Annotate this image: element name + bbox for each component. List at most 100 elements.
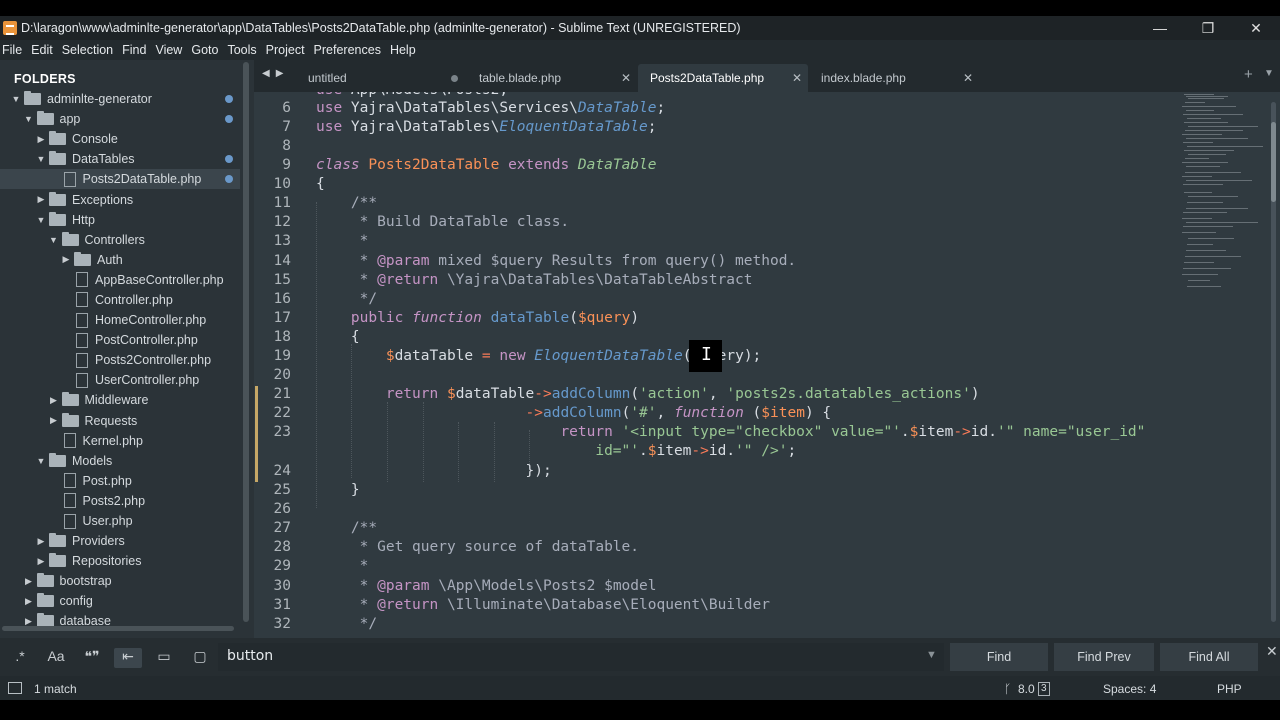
find-button[interactable]: Find: [950, 643, 1048, 671]
tree-file[interactable]: ▶UserController.php: [0, 370, 240, 390]
expanded-chevron-icon[interactable]: ▼: [35, 215, 47, 225]
tree-file[interactable]: ▶PostController.php: [0, 330, 240, 350]
status-bar: 1 match ᚴ 8.0 3 Spaces: 4 PHP: [0, 676, 1280, 700]
tree-folder[interactable]: ▶ Providers: [0, 531, 240, 551]
collapsed-chevron-icon[interactable]: ▶: [48, 395, 60, 406]
tab-table-blade[interactable]: table.blade.php ✕: [467, 64, 637, 92]
tree-folder[interactable]: ▼ Models: [0, 451, 240, 471]
tab-list-chevron-icon[interactable]: ▼: [1264, 68, 1274, 79]
collapsed-chevron-icon[interactable]: ▶: [35, 556, 47, 567]
collapsed-chevron-icon[interactable]: ▶: [23, 596, 35, 607]
tree-folder[interactable]: ▼ DataTables: [0, 149, 240, 169]
collapsed-chevron-icon[interactable]: ▶: [35, 536, 47, 547]
expanded-chevron-icon[interactable]: ▼: [35, 456, 47, 466]
whole-word-toggle-icon[interactable]: ❝❞: [78, 648, 106, 668]
new-tab-icon[interactable]: +: [1244, 66, 1253, 83]
minimap[interactable]: [1178, 92, 1266, 292]
code-line: {: [316, 329, 360, 345]
tree-folder[interactable]: ▶ Auth: [0, 250, 240, 270]
file-icon: [63, 493, 76, 509]
expanded-chevron-icon[interactable]: ▼: [23, 114, 35, 124]
tree-folder[interactable]: ▼ app: [0, 109, 240, 129]
tree-file[interactable]: ▶Posts2Controller.php: [0, 350, 240, 370]
tree-file[interactable]: ▶Kernel.php: [0, 431, 240, 451]
tree-file[interactable]: ▶User.php: [0, 511, 240, 531]
collapsed-chevron-icon[interactable]: ▶: [48, 415, 60, 426]
line-number: 23: [273, 424, 291, 440]
expanded-chevron-icon[interactable]: ▼: [35, 154, 47, 164]
wrap-toggle-icon[interactable]: ⇤: [114, 648, 142, 668]
tab-posts2datatable[interactable]: Posts2DataTable.php ✕: [638, 64, 808, 92]
tree-file[interactable]: ▶Post.php: [0, 471, 240, 491]
editor-scrollbar-thumb[interactable]: [1271, 122, 1276, 202]
find-all-button[interactable]: Find All: [1160, 643, 1258, 671]
collapsed-chevron-icon[interactable]: ▶: [23, 576, 35, 587]
menu-edit[interactable]: Edit: [31, 43, 53, 57]
find-input[interactable]: button: [218, 643, 944, 671]
maximize-button[interactable]: ❐: [1184, 16, 1232, 40]
sidebar-horizontal-scrollbar[interactable]: [2, 626, 234, 631]
in-selection-toggle-icon[interactable]: ▭: [150, 648, 178, 668]
menu-find[interactable]: Find: [122, 43, 146, 57]
tree-file[interactable]: ▶Controller.php: [0, 290, 240, 310]
tree-file[interactable]: ▶Posts2DataTable.php: [0, 169, 240, 190]
menu-tools[interactable]: Tools: [227, 43, 256, 57]
menu-preferences[interactable]: Preferences: [314, 43, 381, 57]
syntax-setting[interactable]: PHP: [1217, 682, 1242, 696]
tree-folder[interactable]: ▼ Controllers: [0, 230, 240, 250]
menu-goto[interactable]: Goto: [191, 43, 218, 57]
letterbox-bottom: [0, 700, 1280, 720]
highlight-matches-toggle-icon[interactable]: ▢: [186, 648, 214, 668]
minimap-line: [1184, 150, 1234, 151]
tree-file[interactable]: ▶Posts2.php: [0, 491, 240, 511]
collapsed-chevron-icon[interactable]: ▶: [35, 194, 47, 205]
tree-item-label: Providers: [72, 534, 125, 549]
menu-project[interactable]: Project: [266, 43, 305, 57]
minimap-line: [1184, 122, 1228, 123]
git-branch[interactable]: 8.0: [1018, 682, 1035, 696]
minimap-line: [1182, 274, 1218, 275]
find-history-chevron-icon[interactable]: ▼: [926, 649, 937, 661]
collapsed-chevron-icon[interactable]: ▶: [60, 254, 72, 265]
close-tab-icon[interactable]: ✕: [792, 71, 802, 85]
collapsed-chevron-icon[interactable]: ▶: [35, 134, 47, 145]
tree-file[interactable]: ▶AppBaseController.php: [0, 270, 240, 290]
close-tab-icon[interactable]: ✕: [621, 71, 631, 85]
code-editor[interactable]: 6 7 8 9 10 11 12 13 14 15 16 17 18 19 20 21 22 23 24 25 26 27…: [254, 92, 1280, 638]
find-prev-button[interactable]: Find Prev: [1054, 643, 1154, 671]
minimize-button[interactable]: —: [1136, 16, 1184, 40]
tree-item-label: AppBaseController.php: [95, 272, 224, 287]
tree-folder[interactable]: ▶ bootstrap: [0, 571, 240, 591]
tree-folder[interactable]: ▶ Middleware: [0, 390, 240, 410]
menu-view[interactable]: View: [155, 43, 182, 57]
tab-index-blade[interactable]: index.blade.php ✕: [809, 64, 979, 92]
letterbox-top: [0, 0, 1280, 16]
tree-folder[interactable]: ▶ Exceptions: [0, 189, 240, 209]
menu-help[interactable]: Help: [390, 43, 416, 57]
menu-file[interactable]: File: [2, 43, 22, 57]
case-sensitive-toggle-icon[interactable]: Aa: [42, 648, 70, 668]
file-icon: [76, 352, 88, 368]
close-tab-icon[interactable]: ✕: [963, 71, 973, 85]
tree-folder[interactable]: ▼ Http: [0, 210, 240, 230]
text-cursor-icon: I: [701, 344, 712, 365]
tree-file[interactable]: ▶HomeController.php: [0, 310, 240, 330]
expanded-chevron-icon[interactable]: ▼: [10, 94, 22, 104]
tree-folder[interactable]: ▶ config: [0, 591, 240, 611]
regex-toggle-icon[interactable]: .*: [6, 648, 34, 668]
tab-untitled[interactable]: untitled: [296, 64, 466, 92]
tree-folder[interactable]: ▶ Console: [0, 129, 240, 149]
close-find-icon[interactable]: ✕: [1266, 643, 1278, 660]
tab-nav-arrows-icon[interactable]: ◀▶: [262, 68, 289, 79]
tree-folder[interactable]: ▶ Requests: [0, 411, 240, 431]
menu-selection[interactable]: Selection: [62, 43, 113, 57]
tree-folder[interactable]: ▶ Repositories: [0, 551, 240, 571]
expanded-chevron-icon[interactable]: ▼: [48, 235, 60, 245]
sidebar-scrollbar[interactable]: [243, 62, 249, 622]
code-line: });: [316, 463, 552, 479]
close-button[interactable]: ✕: [1232, 16, 1280, 40]
tree-folder[interactable]: ▼ adminlte-generator: [0, 89, 240, 109]
indentation-setting[interactable]: Spaces: 4: [1103, 682, 1156, 696]
panel-switcher-icon[interactable]: [8, 682, 22, 694]
tree-item-label: Models: [72, 453, 113, 468]
